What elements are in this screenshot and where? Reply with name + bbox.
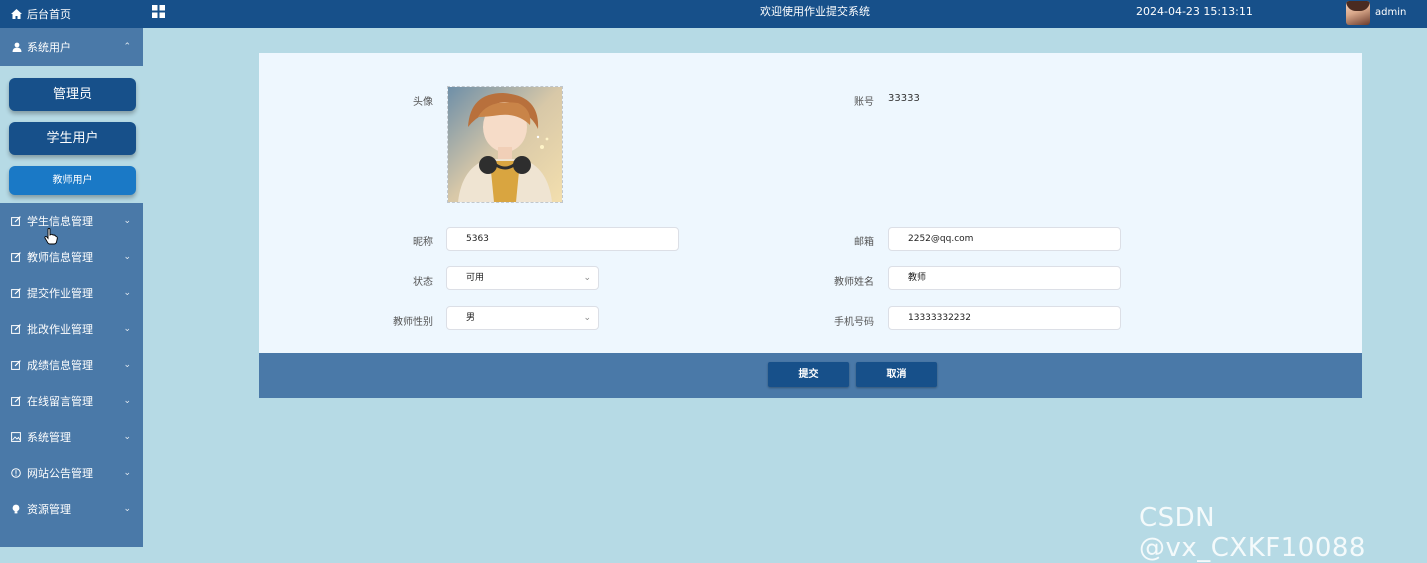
sidebar-item-label: 网站公告管理 (27, 467, 93, 480)
chevron-up-icon: ⌃ (123, 42, 131, 52)
avatar-image (448, 87, 562, 202)
nickname-label: 昵称 (413, 237, 433, 248)
sidebar: 系统用户 ⌃ 管理员 学生用户 教师用户 学生信息管理 ⌄ 教师信息管理 ⌄ 提… (0, 28, 143, 547)
sidebar-menu: 学生信息管理 ⌄ 教师信息管理 ⌄ 提交作业管理 ⌄ 批改作业管理 ⌄ 成绩信息… (0, 203, 143, 527)
chevron-down-icon: ⌄ (123, 252, 131, 262)
datetime: 2024-04-23 15:13:11 (1136, 5, 1253, 18)
top-bar: 后台首页 欢迎使用作业提交系统 2024-04-23 15:13:11 admi… (0, 0, 1427, 28)
user-icon (11, 42, 22, 53)
sidebar-item-grade-info[interactable]: 成绩信息管理 ⌄ (0, 347, 143, 383)
sidebar-item-label: 系统管理 (27, 431, 71, 444)
sidebar-item-homework-submit[interactable]: 提交作业管理 ⌄ (0, 275, 143, 311)
sidebar-item-label: 学生信息管理 (27, 215, 93, 228)
user-avatar[interactable] (1346, 1, 1370, 25)
teacher-name-input[interactable]: 教师 (888, 266, 1121, 290)
phone-input[interactable]: 13333332232 (888, 306, 1121, 330)
chevron-down-icon: ⌄ (123, 504, 131, 514)
submenu-admin[interactable]: 管理员 (9, 78, 136, 111)
info-circle-icon (11, 467, 22, 479)
edit-icon (11, 359, 22, 371)
account-value: 33333 (888, 93, 920, 104)
sidebar-item-label: 教师信息管理 (27, 251, 93, 264)
chevron-down-icon: ⌄ (123, 288, 131, 298)
sidebar-item-announcements[interactable]: 网站公告管理 ⌄ (0, 455, 143, 491)
email-input[interactable]: 2252@qq.com (888, 227, 1121, 251)
picture-icon (11, 431, 22, 443)
teacher-name-label: 教师姓名 (834, 277, 874, 288)
submenu-student-users[interactable]: 学生用户 (9, 122, 136, 155)
sidebar-item-student-info[interactable]: 学生信息管理 ⌄ (0, 203, 143, 239)
sidebar-section-system-users[interactable]: 系统用户 ⌃ (0, 28, 143, 66)
chevron-down-icon: ⌄ (123, 324, 131, 334)
submenu-teacher-users[interactable]: 教师用户 (9, 166, 136, 195)
profile-form: 头像 账号 33333 昵称 5363 邮箱 2252@qq.com 状态 可用… (259, 53, 1362, 353)
bulb-icon (11, 504, 22, 515)
system-title: 欢迎使用作业提交系统 (760, 5, 870, 18)
status-selected-value: 可用 (466, 273, 485, 283)
gender-select[interactable]: 男 ⌄ (446, 306, 599, 330)
cancel-button[interactable]: 取消 (856, 362, 937, 387)
sidebar-item-teacher-info[interactable]: 教师信息管理 ⌄ (0, 239, 143, 275)
sidebar-item-online-messages[interactable]: 在线留言管理 ⌄ (0, 383, 143, 419)
sidebar-submenu: 管理员 学生用户 教师用户 (0, 66, 143, 203)
sidebar-item-system-management[interactable]: 系统管理 ⌄ (0, 419, 143, 455)
avatar-upload[interactable] (447, 86, 563, 203)
chevron-down-icon: ⌄ (583, 313, 591, 323)
grid-menu-icon[interactable] (151, 4, 166, 19)
email-label: 邮箱 (854, 237, 874, 248)
sidebar-section-label: 系统用户 (27, 41, 71, 54)
sidebar-item-label: 在线留言管理 (27, 395, 93, 408)
edit-icon (11, 215, 22, 227)
sidebar-item-label: 资源管理 (27, 503, 71, 516)
status-select[interactable]: 可用 ⌄ (446, 266, 599, 290)
chevron-down-icon: ⌄ (123, 360, 131, 370)
chevron-down-icon: ⌄ (123, 432, 131, 442)
chevron-down-icon: ⌄ (123, 396, 131, 406)
gender-selected-value: 男 (466, 313, 476, 323)
edit-icon (11, 395, 22, 407)
phone-label: 手机号码 (834, 317, 874, 328)
submit-button[interactable]: 提交 (768, 362, 849, 387)
home-label: 后台首页 (27, 8, 71, 21)
sidebar-item-resources[interactable]: 资源管理 ⌄ (0, 491, 143, 527)
status-label: 状态 (413, 277, 433, 288)
form-actions-bar: 提交 取消 (259, 353, 1362, 398)
account-label: 账号 (854, 97, 874, 108)
sidebar-item-label: 成绩信息管理 (27, 359, 93, 372)
hand-cursor-icon (44, 228, 58, 245)
edit-icon (11, 251, 22, 263)
edit-icon (11, 287, 22, 299)
sidebar-item-label: 提交作业管理 (27, 287, 93, 300)
chevron-down-icon: ⌄ (123, 216, 131, 226)
avatar-label: 头像 (413, 97, 433, 108)
chevron-down-icon: ⌄ (123, 468, 131, 478)
gender-label: 教师性别 (393, 317, 433, 328)
watermark-text: CSDN @vx_CXKF10088 (1139, 503, 1366, 563)
username[interactable]: admin (1375, 0, 1406, 26)
nickname-input[interactable]: 5363 (446, 227, 679, 251)
sidebar-item-homework-grading[interactable]: 批改作业管理 ⌄ (0, 311, 143, 347)
chevron-down-icon: ⌄ (583, 273, 591, 283)
sidebar-item-label: 批改作业管理 (27, 323, 93, 336)
edit-icon (11, 323, 22, 335)
home-icon (11, 9, 22, 19)
home-link[interactable]: 后台首页 (0, 0, 143, 28)
